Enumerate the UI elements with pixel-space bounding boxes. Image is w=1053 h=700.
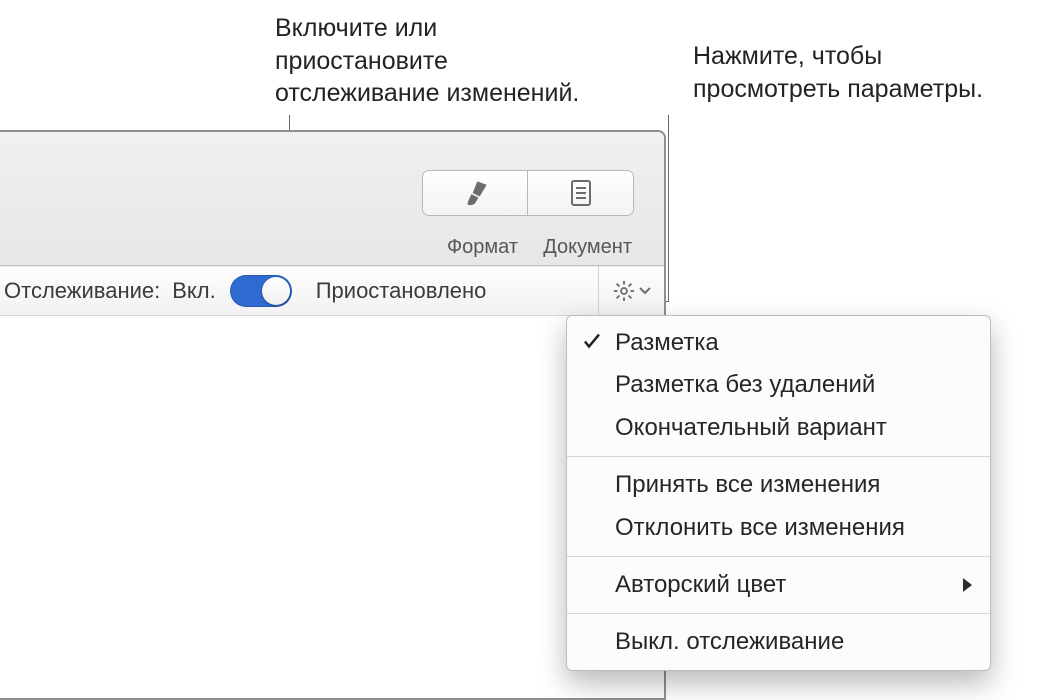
menu-item-turn-off-tracking[interactable]: Выкл. отслеживание: [567, 621, 990, 663]
menu-item-author-color[interactable]: Авторский цвет: [567, 564, 990, 606]
document-label: Документ: [543, 236, 632, 259]
menu-item-accept-all[interactable]: Принять все изменения: [567, 464, 990, 506]
toolbar-segmented: [422, 170, 634, 216]
menu-item-label: Разметка: [615, 327, 719, 359]
menu-separator: [567, 556, 990, 557]
menu-item-final[interactable]: Окончательный вариант: [567, 407, 990, 449]
menu-item-markup[interactable]: Разметка: [567, 322, 990, 364]
tracking-label: Отслеживание:: [4, 278, 160, 304]
tracking-state-on: Вкл.: [172, 278, 216, 304]
tracking-state-paused: Приостановлено: [316, 278, 487, 304]
document-icon: [569, 179, 593, 207]
chevron-down-icon: [639, 286, 651, 296]
menu-item-label: Авторский цвет: [615, 569, 786, 601]
checkmark-icon: [583, 333, 601, 351]
paintbrush-icon: [461, 179, 489, 207]
title-bar: Формат Документ: [0, 132, 664, 266]
menu-item-label: Отклонить все изменения: [615, 512, 905, 544]
menu-item-label: Окончательный вариант: [615, 412, 887, 444]
menu-separator: [567, 613, 990, 614]
menu-item-label: Разметка без удалений: [615, 369, 875, 401]
tracking-options-button[interactable]: [598, 266, 664, 316]
tracking-bar: Отслеживание: Вкл. Приостановлено: [0, 266, 664, 316]
switch-knob: [262, 277, 290, 305]
gear-icon: [613, 280, 635, 302]
format-label: Формат: [447, 236, 518, 259]
menu-item-reject-all[interactable]: Отклонить все изменения: [567, 507, 990, 549]
callout-view-options: Нажмите, чтобы просмотреть параметры.: [693, 40, 983, 105]
format-button[interactable]: [422, 170, 528, 216]
menu-separator: [567, 456, 990, 457]
callout-line: [668, 115, 669, 301]
menu-item-label: Выкл. отслеживание: [615, 626, 844, 658]
tracking-options-menu: Разметка Разметка без удалений Окончател…: [566, 315, 991, 671]
document-button[interactable]: [528, 170, 634, 216]
callout-tracking-toggle: Включите или приостановите отслеживание …: [275, 12, 579, 110]
menu-item-label: Принять все изменения: [615, 469, 880, 501]
tracking-toggle[interactable]: [230, 275, 292, 307]
menu-item-markup-no-deletions[interactable]: Разметка без удалений: [567, 364, 990, 406]
